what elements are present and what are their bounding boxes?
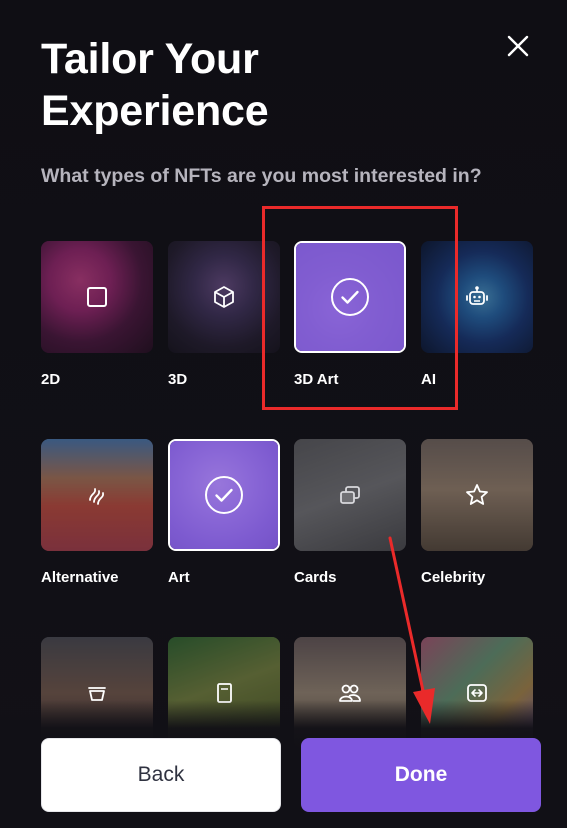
close-icon: [507, 35, 529, 57]
done-button[interactable]: Done: [301, 738, 541, 812]
category-label: 3D: [168, 371, 188, 388]
category-tile-celebrity[interactable]: Celebrity: [421, 439, 533, 587]
question-text: What types of NFTs are you most interest…: [41, 165, 482, 187]
category-label: Alternative: [41, 569, 119, 586]
star-icon: [466, 484, 488, 505]
category-thumbnail: [168, 439, 280, 551]
category-thumbnail: [41, 439, 153, 551]
category-thumbnail: [168, 241, 280, 353]
category-thumbnail: [421, 241, 533, 353]
category-label: Celebrity: [421, 569, 486, 586]
category-label: Cards: [294, 569, 337, 586]
close-button[interactable]: [500, 28, 536, 64]
category-tile-2d[interactable]: 2D: [41, 241, 153, 389]
square-icon: [87, 287, 107, 307]
category-tile-ai[interactable]: AI: [421, 241, 533, 389]
squiggle-icon: [89, 488, 104, 505]
category-thumbnail: [294, 241, 406, 353]
category-label: AI: [421, 371, 436, 388]
category-tile-cards[interactable]: Cards: [294, 439, 406, 587]
robot-icon: [466, 286, 488, 305]
category-tile-alternative[interactable]: Alternative: [41, 439, 153, 587]
cube-icon: [214, 286, 234, 308]
onboarding-modal: Tailor Your Experience What types of NFT…: [0, 0, 567, 828]
back-button[interactable]: Back: [41, 738, 281, 812]
check-circle-icon: [331, 278, 369, 316]
cards-icon: [340, 486, 360, 504]
check-circle-icon: [205, 476, 243, 514]
category-thumbnail: [421, 439, 533, 551]
category-label: 3D Art: [294, 371, 339, 388]
category-tile-art[interactable]: Art: [168, 439, 280, 587]
page-title: Tailor Your Experience: [41, 35, 269, 135]
category-label: 2D: [41, 371, 61, 388]
category-tile-3d[interactable]: 3D: [168, 241, 280, 389]
category-thumbnail: [41, 241, 153, 353]
category-thumbnail: [294, 439, 406, 551]
category-tile-3d-art[interactable]: 3D Art: [294, 241, 406, 389]
category-label: Art: [168, 569, 190, 586]
